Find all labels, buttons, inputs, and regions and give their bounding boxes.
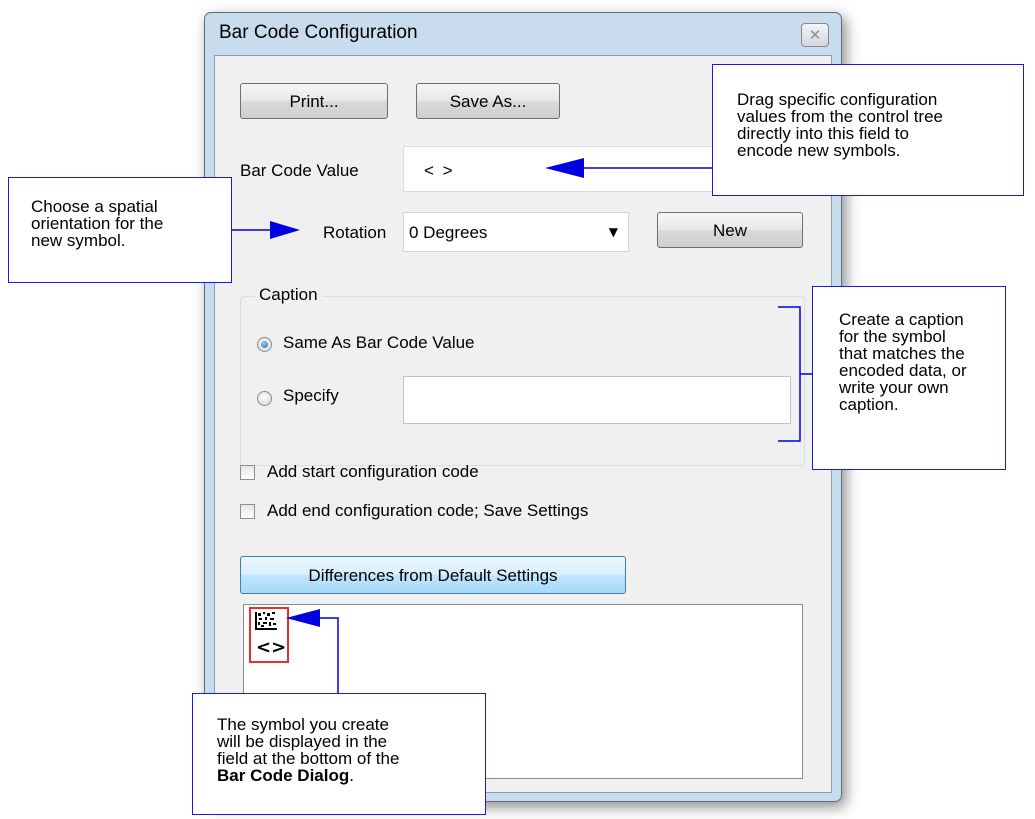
callout-tail-text: . [349, 766, 354, 785]
rotation-callout: Choose a spatial orientation for the new… [8, 177, 232, 283]
callout-line: for the symbol [839, 327, 946, 346]
bar-code-value-callout: Drag specific configuration values from … [712, 64, 1024, 196]
callout-line: values from the control tree [737, 107, 943, 126]
symbol-arrow [296, 617, 339, 693]
callout-line: that matches the [839, 344, 965, 363]
callout-line: write your own [839, 378, 949, 397]
caption-bracket [778, 306, 801, 442]
callout-line: will be displayed in the [217, 732, 388, 751]
callout-line: Create a caption [839, 310, 964, 329]
arrow-head-left-icon [545, 158, 584, 178]
arrow-head-left-icon [286, 609, 320, 627]
callout-line: encode new symbols. [737, 141, 901, 160]
callout-line: The symbol you create [217, 715, 389, 734]
callout-line: directly into this field to [737, 124, 909, 143]
callout-line: Drag specific configuration [737, 90, 938, 109]
arrow-head-right-icon [270, 221, 300, 239]
callout-bold-text: Bar Code Dialog [217, 766, 350, 785]
callout-line: new symbol. [31, 231, 126, 250]
callout-line: Bar Code Dialog. [217, 767, 485, 784]
symbol-callout: The symbol you create will be displayed … [192, 693, 486, 815]
callout-line: encoded data, or [839, 361, 967, 380]
callout-line: caption. [839, 395, 899, 414]
callout-line: Choose a spatial [31, 197, 158, 216]
caption-callout: Create a caption for the symbol that mat… [812, 286, 1006, 470]
callout-line: field at the bottom of the [217, 749, 400, 768]
callout-line: orientation for the [31, 214, 164, 233]
